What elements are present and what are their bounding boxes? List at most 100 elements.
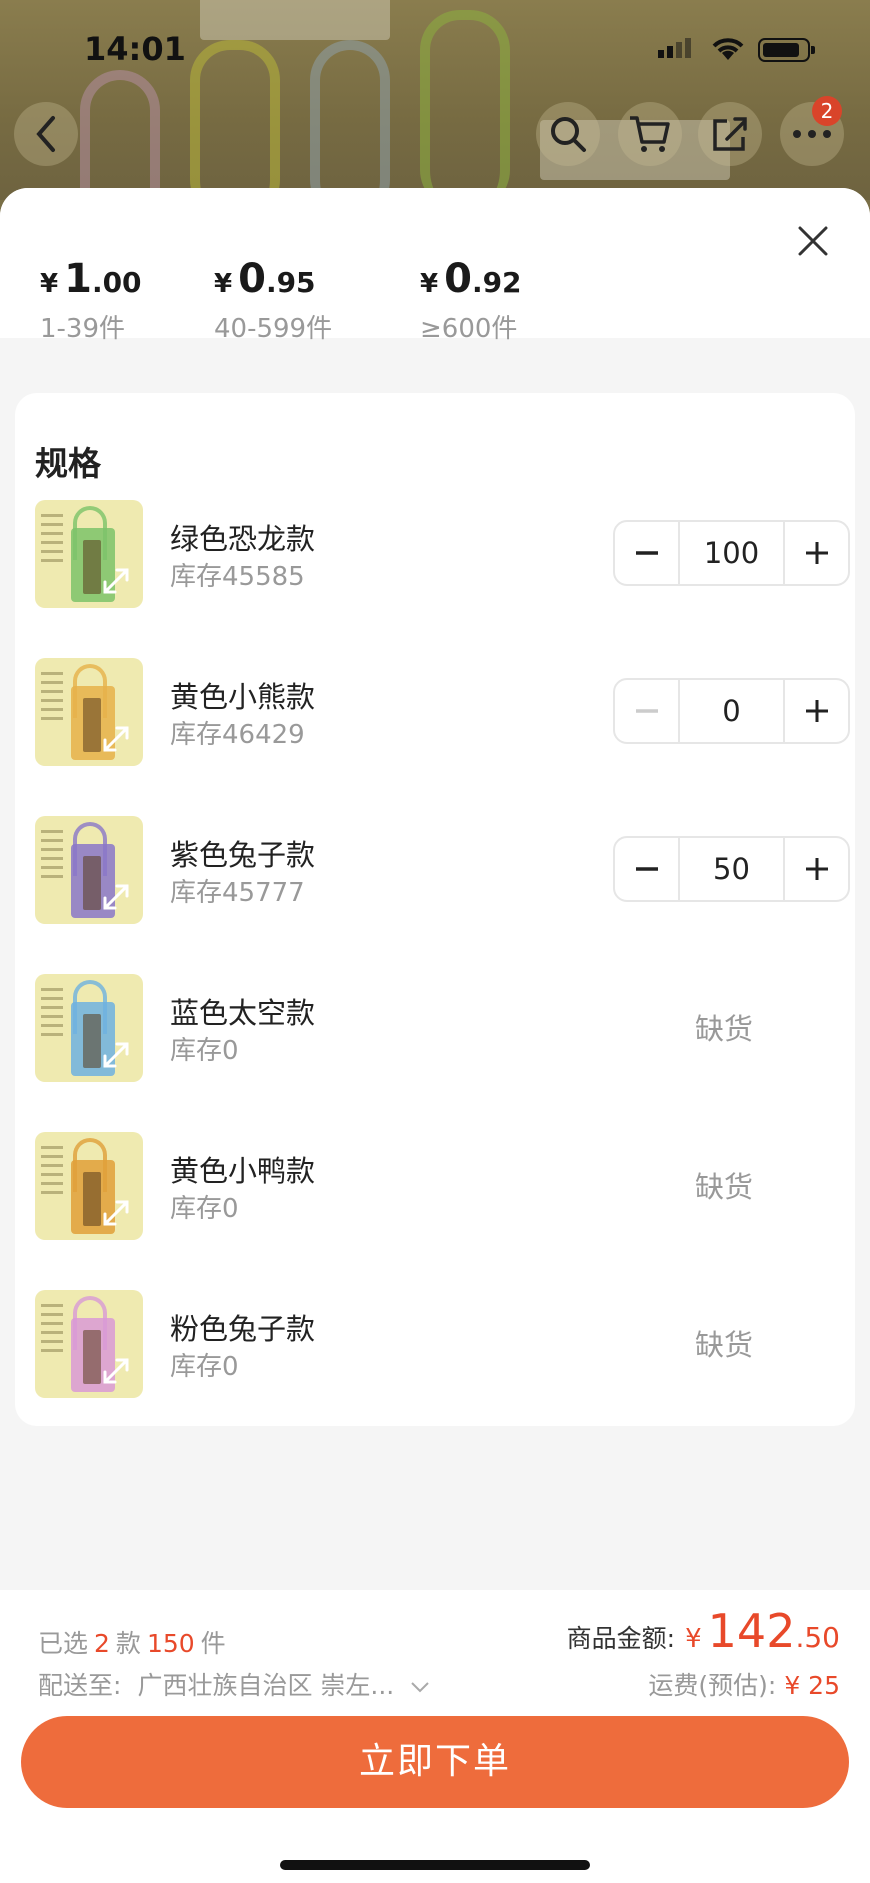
expand-icon (103, 1200, 129, 1226)
goods-amount: 商品金额: ¥142.50 (567, 1604, 840, 1658)
variant-name: 蓝色太空款 (170, 996, 316, 1030)
back-button[interactable] (14, 102, 78, 166)
chevron-left-icon (36, 116, 55, 152)
tier-range: 1-39件 (40, 314, 126, 344)
expand-icon (103, 1358, 129, 1384)
decrease-button[interactable] (615, 522, 678, 584)
notification-badge: 2 (812, 96, 842, 126)
status-time: 14:01 (84, 30, 186, 68)
variant-thumbnail[interactable] (35, 974, 143, 1082)
tier-price-dec: .00 (91, 266, 142, 299)
tier-price-int: 0 (444, 256, 472, 302)
spec-row-pink-rabbit: 粉色兔子款 库存0 缺货 (35, 1290, 850, 1398)
tier-range: 40-599件 (214, 314, 333, 344)
expand-icon (103, 568, 129, 594)
minus-icon (635, 551, 658, 555)
pieces-unit: 件 (200, 1629, 226, 1658)
plus-icon (805, 700, 828, 722)
increase-button[interactable] (785, 838, 848, 900)
quantity-stepper: 100 (613, 520, 850, 586)
variant-stock: 库存45585 (170, 562, 305, 592)
chevron-down-icon (411, 1682, 429, 1693)
expand-icon (103, 726, 129, 752)
share-button[interactable] (698, 102, 762, 166)
decrease-button[interactable] (615, 838, 678, 900)
minus-icon (635, 709, 658, 713)
spec-title: 规格 (35, 444, 101, 483)
plus-icon (805, 858, 828, 880)
variant-stock: 库存0 (170, 1036, 239, 1066)
price-tier: ¥0.92 ≥600件 (420, 256, 522, 345)
variant-stock: 库存0 (170, 1194, 239, 1224)
cart-button[interactable] (618, 102, 682, 166)
tier-price-dec: .92 (471, 266, 522, 299)
variant-stock: 库存46429 (170, 720, 305, 750)
quantity-stepper: 0 (613, 678, 850, 744)
variant-name: 紫色兔子款 (170, 838, 316, 872)
out-of-stock-label: 缺货 (695, 1012, 754, 1046)
variant-thumbnail[interactable] (35, 816, 143, 924)
minus-icon (635, 867, 658, 871)
increase-button[interactable] (785, 680, 848, 742)
price-tiers-header: ¥1.00 1-39件 ¥0.95 40-599件 ¥0.92 ≥600件 (0, 188, 870, 344)
tier-currency: ¥ (214, 269, 233, 299)
variant-thumbnail[interactable] (35, 658, 143, 766)
close-icon[interactable] (790, 218, 836, 264)
decrease-button[interactable] (615, 680, 678, 742)
cellular-signal-icon (658, 38, 694, 58)
tier-price-dec: .95 (265, 266, 316, 299)
expand-icon (103, 884, 129, 910)
quantity-value[interactable]: 0 (678, 680, 785, 742)
shipping-destination: 广西壮族自治区 崇左... (137, 1671, 395, 1700)
plus-icon (805, 542, 828, 564)
tier-range: ≥600件 (420, 314, 518, 344)
quantity-value[interactable]: 100 (678, 522, 785, 584)
spec-row-yellow-duck: 黄色小鸭款 库存0 缺货 (35, 1132, 850, 1240)
amount-dec: .50 (795, 1621, 840, 1654)
spec-row-purple-rabbit: 紫色兔子款 库存45777 50 (35, 816, 850, 924)
place-order-button[interactable]: 立即下单 (21, 1716, 849, 1808)
variant-name: 粉色兔子款 (170, 1312, 316, 1346)
variant-thumbnail[interactable] (35, 1132, 143, 1240)
share-icon (713, 117, 747, 151)
shipping-address-selector[interactable]: 配送至: 广西壮族自治区 崇左... (38, 1666, 430, 1702)
search-button[interactable] (536, 102, 600, 166)
spec-row-blue-space: 蓝色太空款 库存0 缺货 (35, 974, 850, 1082)
spec-row-yellow-bear: 黄色小熊款 库存46429 0 (35, 658, 850, 766)
freight-label: 运费(预估): (648, 1671, 777, 1700)
amount-label: 商品金额: (566, 1624, 676, 1653)
increase-button[interactable] (785, 522, 848, 584)
out-of-stock-label: 缺货 (695, 1328, 754, 1362)
tier-currency: ¥ (420, 269, 439, 299)
freight-estimate: 运费(预估): ¥ 25 (648, 1666, 840, 1702)
selected-pieces-count: 150 (146, 1629, 195, 1658)
amount-currency: ¥ (685, 1624, 702, 1654)
variant-thumbnail[interactable] (35, 500, 143, 608)
variant-stock: 库存45777 (170, 878, 305, 908)
selection-summary: 已选 2 款 150 件 (38, 1624, 226, 1660)
more-dots-icon (793, 130, 831, 138)
wifi-icon (712, 38, 744, 60)
freight-value: ¥ 25 (784, 1671, 840, 1700)
shipping-label: 配送至: (38, 1671, 122, 1700)
spec-row-green-dino: 绿色恐龙款 库存45585 100 (35, 500, 850, 608)
cart-icon (630, 116, 670, 152)
variant-stock: 库存0 (170, 1352, 239, 1382)
tier-price-int: 0 (238, 256, 266, 302)
variant-name: 黄色小鸭款 (170, 1154, 316, 1188)
variant-name: 绿色恐龙款 (170, 522, 316, 556)
tier-price-int: 1 (64, 256, 92, 302)
quantity-value[interactable]: 50 (678, 838, 785, 900)
battery-icon (758, 38, 815, 62)
expand-icon (103, 1042, 129, 1068)
tier-currency: ¥ (40, 269, 59, 299)
styles-unit: 款 (115, 1629, 141, 1658)
home-indicator (280, 1860, 590, 1870)
more-button[interactable]: 2 (780, 96, 844, 166)
variant-thumbnail[interactable] (35, 1290, 143, 1398)
selected-styles-count: 2 (94, 1629, 110, 1658)
status-bar: 14:01 (0, 0, 870, 100)
search-icon (551, 117, 586, 152)
spec-card: 规格 绿色恐龙款 库存45585 100 黄色小熊款 库存46429 0 紫色兔… (15, 393, 855, 1426)
price-tier: ¥0.95 40-599件 (214, 256, 332, 345)
